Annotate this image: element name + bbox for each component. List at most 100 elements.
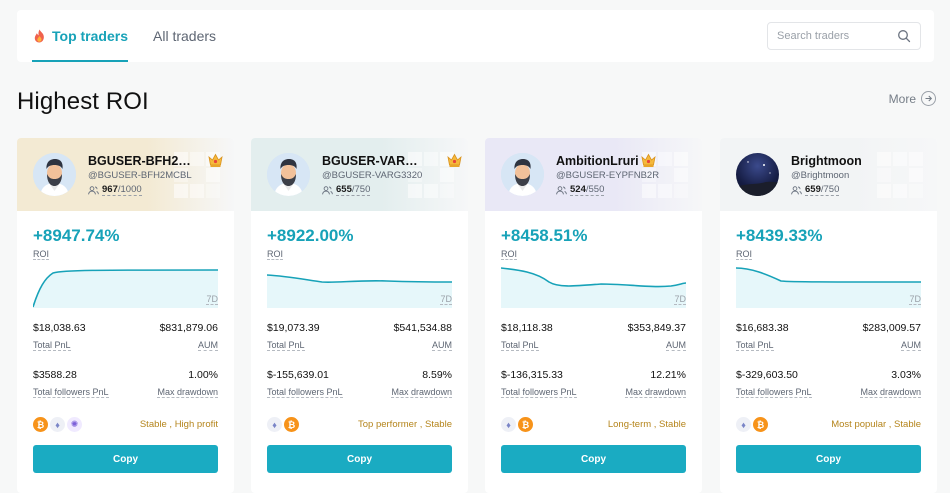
total-pnl-label: Total PnL bbox=[33, 340, 71, 351]
bitcoin-coin-icon: ₿ bbox=[753, 417, 768, 432]
copy-button[interactable]: Copy bbox=[267, 445, 452, 473]
search-input[interactable] bbox=[768, 23, 888, 49]
aum-value: $831,879.06 bbox=[159, 322, 218, 334]
followers-pnl-label: Total followers PnL bbox=[501, 387, 577, 398]
avatar[interactable] bbox=[33, 153, 76, 196]
trader-card[interactable]: AmbitionLruri @BGUSER-EYPFNB2R 524/550 +… bbox=[485, 138, 702, 493]
trader-card-header: BGUSER-BFH2MC... @BGUSER-BFH2MCBL 967/10… bbox=[17, 138, 234, 211]
users-icon bbox=[556, 185, 567, 194]
trader-card[interactable]: BGUSER-BFH2MC... @BGUSER-BFH2MCBL 967/10… bbox=[17, 138, 234, 493]
trader-name[interactable]: Brightmoon bbox=[791, 154, 862, 168]
trader-tags: Top performer , Stable bbox=[358, 419, 452, 430]
aum-label: AUM bbox=[198, 340, 218, 351]
users-icon bbox=[88, 185, 99, 194]
period-label: 7D bbox=[440, 294, 452, 305]
max-drawdown-label: Max drawdown bbox=[157, 387, 218, 398]
trader-tags: Long-term , Stable bbox=[607, 419, 686, 430]
trader-handle: @Brightmoon bbox=[791, 170, 850, 181]
aum-label: AUM bbox=[432, 340, 452, 351]
roi-sparkline bbox=[267, 274, 452, 308]
cosmos-coin-icon: ✺ bbox=[67, 417, 82, 432]
sparkline-area bbox=[267, 275, 452, 308]
trader-card[interactable]: BGUSER-VARG3320 @BGUSER-VARG3320 655/750… bbox=[251, 138, 468, 493]
followers-max: /1000 bbox=[117, 184, 142, 195]
max-drawdown-label: Max drawdown bbox=[860, 387, 921, 398]
active-tab-indicator bbox=[32, 60, 128, 62]
trader-tags: Stable , High profit bbox=[139, 419, 218, 430]
aum-label: AUM bbox=[666, 340, 686, 351]
avatar[interactable] bbox=[736, 153, 779, 196]
max-drawdown-value: 3.03% bbox=[891, 369, 921, 381]
roi-value: +8439.33% bbox=[736, 226, 823, 245]
aum-value: $541,534.88 bbox=[393, 322, 452, 334]
users-icon bbox=[322, 185, 333, 194]
section-title: Highest ROI bbox=[17, 88, 149, 115]
followers-current: 659 bbox=[805, 184, 821, 195]
traders-tabbar: Top traders All traders bbox=[17, 10, 934, 62]
aum-value: $353,849.37 bbox=[627, 322, 686, 334]
copy-button[interactable]: Copy bbox=[33, 445, 218, 473]
followers-max: /750 bbox=[351, 184, 371, 195]
max-drawdown-label: Max drawdown bbox=[625, 387, 686, 398]
followers-current: 967 bbox=[102, 184, 118, 195]
users-icon bbox=[791, 185, 802, 194]
search-box[interactable] bbox=[767, 22, 921, 50]
follower-count: 524/550 bbox=[556, 184, 605, 196]
avatar[interactable] bbox=[267, 153, 310, 196]
total-pnl-value: $19,073.39 bbox=[267, 322, 320, 334]
period-label: 7D bbox=[206, 294, 218, 305]
sparkline-area bbox=[501, 268, 686, 308]
traded-coins: ₿ ♦ ✺ bbox=[33, 417, 84, 432]
bitcoin-coin-icon: ₿ bbox=[284, 417, 299, 432]
roi-value: +8458.51% bbox=[501, 226, 588, 245]
trader-tags: Most popular , Stable bbox=[831, 419, 921, 430]
more-label: More bbox=[888, 91, 916, 106]
trader-card-header: Brightmoon @Brightmoon 659/750 bbox=[720, 138, 937, 211]
max-drawdown-value: 8.59% bbox=[422, 369, 452, 381]
trader-card[interactable]: Brightmoon @Brightmoon 659/750 +8439.33%… bbox=[720, 138, 937, 493]
bitcoin-coin-icon: ₿ bbox=[518, 417, 533, 432]
followers-pnl-label: Total followers PnL bbox=[267, 387, 343, 398]
roi-sparkline bbox=[736, 267, 921, 308]
copy-button[interactable]: Copy bbox=[736, 445, 921, 473]
roi-sparkline bbox=[33, 269, 218, 308]
trader-name[interactable]: AmbitionLruri bbox=[556, 154, 639, 168]
tab-all-traders[interactable]: All traders bbox=[153, 28, 216, 44]
ethereum-coin-icon: ♦ bbox=[50, 417, 65, 432]
copy-button[interactable]: Copy bbox=[501, 445, 686, 473]
crown-badge-icon bbox=[641, 153, 656, 167]
trader-card-header: BGUSER-VARG3320 @BGUSER-VARG3320 655/750 bbox=[251, 138, 468, 211]
more-link[interactable]: More bbox=[889, 91, 936, 106]
crown-badge-icon bbox=[447, 153, 462, 167]
bitcoin-coin-icon: ₿ bbox=[33, 417, 48, 432]
max-drawdown-value: 1.00% bbox=[188, 369, 218, 381]
avatar[interactable] bbox=[501, 153, 544, 196]
period-label: 7D bbox=[674, 294, 686, 305]
total-pnl-value: $18,038.63 bbox=[33, 322, 86, 334]
tab-top-traders-label: Top traders bbox=[52, 28, 128, 44]
ethereum-coin-icon: ♦ bbox=[736, 417, 751, 432]
followers-pnl-label: Total followers PnL bbox=[736, 387, 812, 398]
grid-pattern-decoration bbox=[877, 152, 923, 198]
traded-coins: ♦ ₿ bbox=[736, 417, 770, 432]
trader-name[interactable]: BGUSER-BFH2MC... bbox=[88, 154, 192, 168]
search-icon[interactable] bbox=[897, 29, 911, 43]
followers-pnl-value: $3588.28 bbox=[33, 369, 77, 381]
roi-value: +8922.00% bbox=[267, 226, 354, 245]
total-pnl-value: $16,683.38 bbox=[736, 322, 789, 334]
aum-value: $283,009.57 bbox=[862, 322, 921, 334]
total-pnl-value: $18,118.38 bbox=[501, 322, 553, 334]
trader-handle: @BGUSER-BFH2MCBL bbox=[88, 170, 192, 181]
trader-card-header: AmbitionLruri @BGUSER-EYPFNB2R 524/550 bbox=[485, 138, 702, 211]
ethereum-coin-icon: ♦ bbox=[267, 417, 282, 432]
followers-pnl-label: Total followers PnL bbox=[33, 387, 109, 398]
trader-handle: @BGUSER-VARG3320 bbox=[322, 170, 423, 181]
follower-count: 967/1000 bbox=[88, 184, 142, 196]
total-pnl-label: Total PnL bbox=[267, 340, 305, 351]
trader-name[interactable]: BGUSER-VARG3320 bbox=[322, 154, 426, 168]
trader-handle: @BGUSER-EYPFNB2R bbox=[556, 170, 660, 181]
tab-top-traders[interactable]: Top traders bbox=[33, 28, 128, 44]
crown-badge-icon bbox=[208, 153, 223, 167]
total-pnl-label: Total PnL bbox=[501, 340, 539, 351]
ethereum-coin-icon: ♦ bbox=[501, 417, 516, 432]
